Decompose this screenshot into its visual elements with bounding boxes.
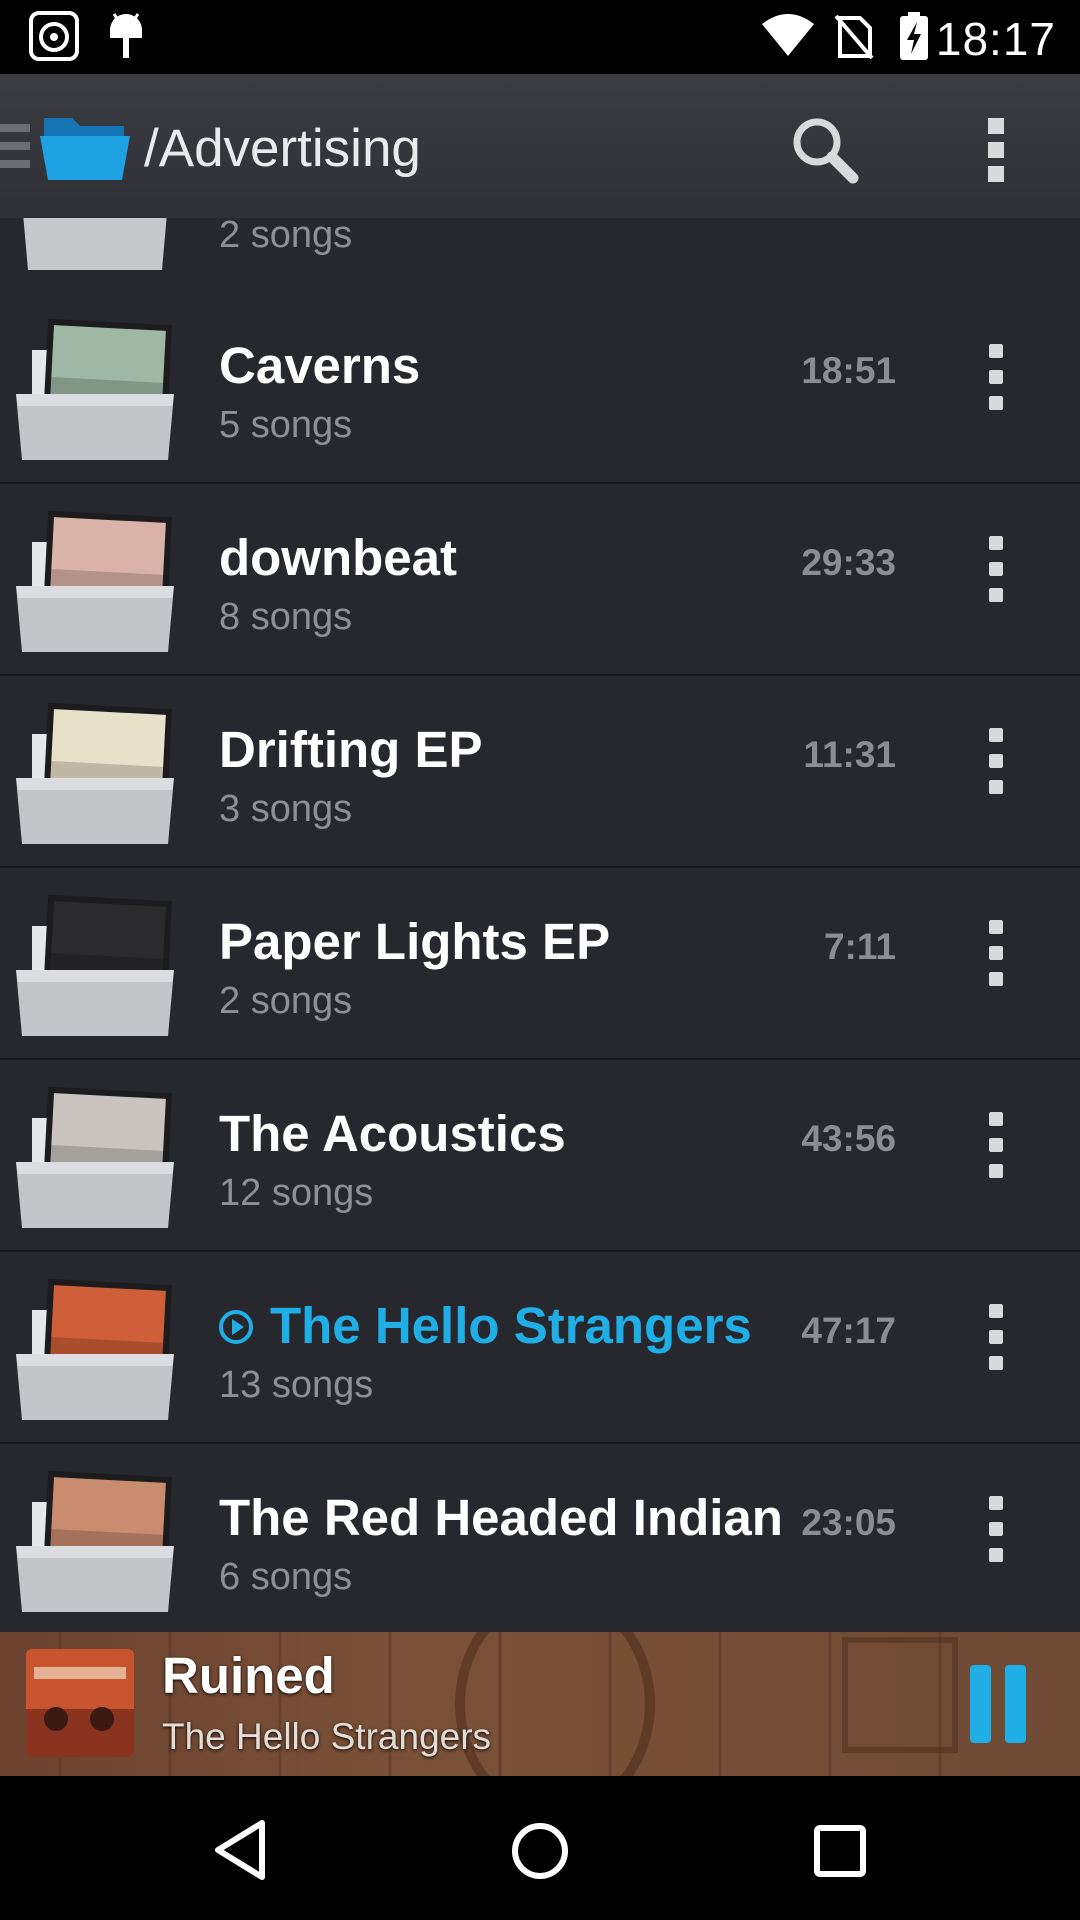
more-vert-icon bbox=[989, 588, 1003, 602]
wifi-icon bbox=[762, 14, 814, 56]
more-vert-icon bbox=[989, 1522, 1003, 1536]
music-app-notification-icon bbox=[29, 11, 79, 61]
album-duration: 18:51 bbox=[801, 350, 896, 391]
system-navigation-bar bbox=[0, 1776, 1080, 1920]
album-folder-list[interactable]: 2 songs Caverns 5 songs 18:51 downbeat 8 son… bbox=[0, 218, 1080, 1632]
list-item[interactable]: Caverns 5 songs 18:51 bbox=[0, 292, 1080, 484]
album-title: Drifting EP bbox=[219, 721, 483, 778]
album-title: The Hello Strangers bbox=[270, 1297, 752, 1354]
back-button[interactable] bbox=[190, 1806, 280, 1896]
album-title: Caverns bbox=[219, 337, 421, 394]
status-bar: 18:17 bbox=[0, 0, 1080, 74]
more-vert-icon bbox=[989, 1304, 1003, 1318]
more-vert-icon bbox=[989, 920, 1003, 934]
battery-charging-icon bbox=[900, 12, 928, 60]
album-duration: 11:31 bbox=[803, 734, 896, 775]
more-vert-icon bbox=[989, 1356, 1003, 1370]
more-vert-icon bbox=[989, 972, 1003, 986]
song-count: 2 songs bbox=[219, 980, 353, 1022]
more-vert-icon bbox=[989, 562, 1003, 576]
more-vert-icon bbox=[989, 370, 1003, 384]
more-vert-icon bbox=[989, 946, 1003, 960]
song-count: 3 songs bbox=[219, 788, 353, 830]
more-vert-icon bbox=[989, 1138, 1003, 1152]
now-playing-bar[interactable]: Ruined The Hello Strangers bbox=[0, 1632, 1080, 1776]
album-folder-icon bbox=[16, 510, 174, 652]
item-overflow-button[interactable] bbox=[986, 536, 1006, 622]
album-art-image bbox=[26, 1649, 134, 1757]
back-icon bbox=[215, 1820, 265, 1880]
pause-button[interactable] bbox=[960, 1656, 1036, 1752]
more-vert-icon bbox=[989, 1164, 1003, 1178]
item-overflow-button[interactable] bbox=[986, 920, 1006, 1006]
album-folder-icon bbox=[16, 1086, 174, 1228]
album-title: The Red Headed Indian bbox=[219, 1489, 783, 1546]
overflow-menu-button[interactable] bbox=[966, 110, 1026, 190]
search-icon bbox=[793, 118, 859, 184]
now-playing-artist: The Hello Strangers bbox=[162, 1716, 492, 1757]
list-item[interactable]: Drifting EP 3 songs 11:31 bbox=[0, 676, 1080, 868]
hamburger-icon bbox=[0, 124, 30, 168]
search-button[interactable] bbox=[780, 106, 870, 196]
more-vert-icon bbox=[989, 396, 1003, 410]
recents-icon bbox=[814, 1825, 866, 1877]
song-count: 13 songs bbox=[219, 1364, 374, 1406]
now-playing-title: Ruined bbox=[162, 1647, 335, 1704]
album-folder-icon bbox=[16, 894, 174, 1036]
song-count: 12 songs bbox=[219, 1172, 374, 1214]
album-folder-icon bbox=[16, 702, 174, 844]
album-title: downbeat bbox=[219, 529, 457, 586]
album-folder-icon bbox=[16, 318, 174, 460]
clock: 18:17 bbox=[935, 13, 1056, 65]
home-button[interactable] bbox=[495, 1806, 585, 1896]
more-vert-icon bbox=[989, 754, 1003, 768]
more-vert-icon bbox=[989, 1112, 1003, 1126]
album-duration: 47:17 bbox=[801, 1310, 896, 1351]
more-vert-icon bbox=[989, 1548, 1003, 1562]
item-overflow-button[interactable] bbox=[986, 1496, 1006, 1582]
pause-icon bbox=[970, 1665, 1026, 1743]
item-overflow-button[interactable] bbox=[986, 1304, 1006, 1390]
more-vert-icon bbox=[989, 344, 1003, 358]
album-duration: 29:33 bbox=[801, 542, 896, 583]
song-count: 8 songs bbox=[219, 596, 353, 638]
more-vert-icon bbox=[989, 780, 1003, 794]
more-vert-icon bbox=[989, 1330, 1003, 1344]
song-count: 5 songs bbox=[219, 404, 353, 446]
more-vert-icon bbox=[989, 1496, 1003, 1510]
album-folder-icon bbox=[16, 1470, 174, 1612]
folder-icon bbox=[40, 118, 130, 180]
drawer-toggle[interactable] bbox=[0, 74, 140, 218]
album-title: The Acoustics bbox=[219, 1105, 566, 1162]
item-overflow-button[interactable] bbox=[986, 728, 1006, 814]
item-overflow-button[interactable] bbox=[986, 1112, 1006, 1198]
song-count: 2 songs bbox=[219, 218, 353, 256]
folder-path-title: /Advertising bbox=[144, 119, 421, 178]
now-playing-album-art[interactable] bbox=[26, 1649, 134, 1757]
list-item[interactable]: The Hello Strangers 13 songs 47:17 bbox=[0, 1252, 1080, 1444]
album-duration: 7:11 bbox=[823, 926, 896, 967]
list-item[interactable]: 2 songs bbox=[0, 218, 1080, 294]
album-folder-icon bbox=[16, 1278, 174, 1420]
more-vert-icon bbox=[989, 728, 1003, 742]
list-item[interactable]: The Red Headed Indian 6 songs 23:05 bbox=[0, 1444, 1080, 1632]
android-debug-icon bbox=[110, 13, 142, 58]
recents-button[interactable] bbox=[795, 1806, 885, 1896]
app-toolbar: /Advertising bbox=[0, 74, 1080, 220]
more-vert-icon bbox=[988, 118, 1004, 182]
folder-icon bbox=[23, 218, 167, 270]
no-sim-icon bbox=[834, 14, 874, 60]
list-item[interactable]: The Acoustics 12 songs 43:56 bbox=[0, 1060, 1080, 1252]
list-item[interactable]: Paper Lights EP 2 songs 7:11 bbox=[0, 868, 1080, 1060]
album-duration: 23:05 bbox=[801, 1502, 896, 1543]
more-vert-icon bbox=[989, 536, 1003, 550]
item-overflow-button[interactable] bbox=[986, 344, 1006, 430]
now-playing-indicator-icon bbox=[219, 1310, 253, 1344]
album-title: Paper Lights EP bbox=[219, 913, 611, 970]
song-count: 6 songs bbox=[219, 1556, 353, 1598]
list-item[interactable]: downbeat 8 songs 29:33 bbox=[0, 484, 1080, 676]
album-duration: 43:56 bbox=[801, 1118, 896, 1159]
home-icon bbox=[512, 1823, 568, 1879]
